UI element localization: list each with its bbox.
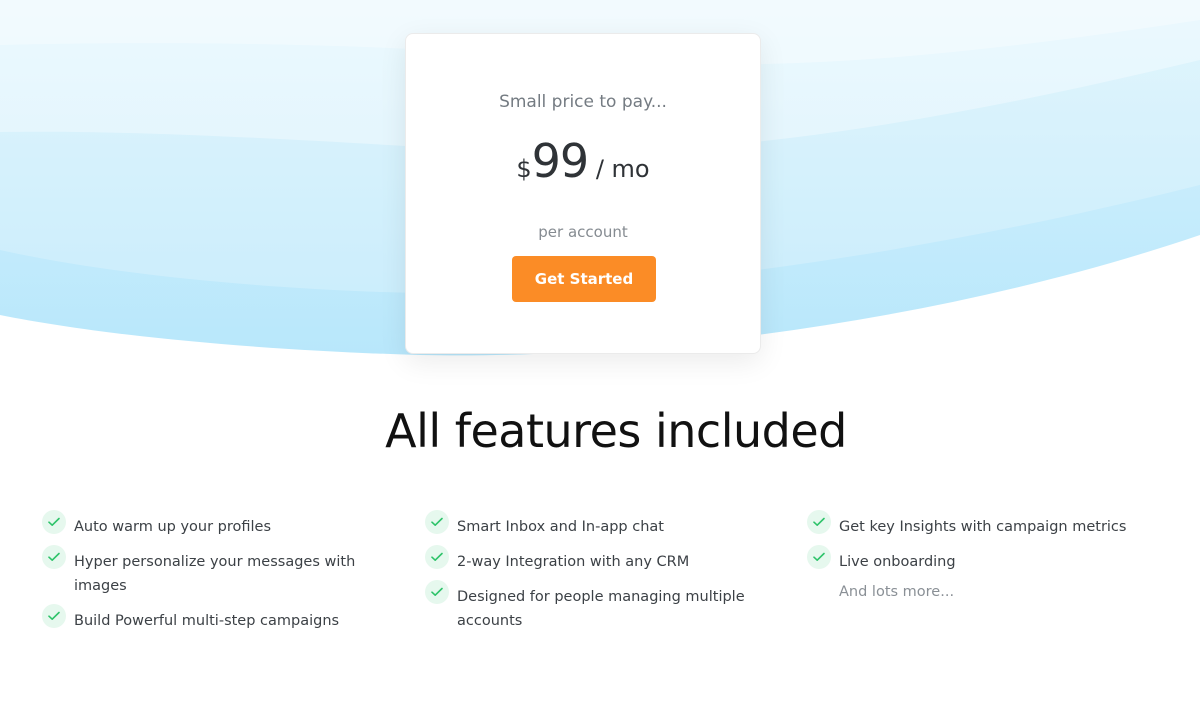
price-amount: 99 <box>531 134 590 188</box>
get-started-button[interactable]: Get Started <box>512 256 656 302</box>
feature-item: Build Powerful multi-step campaigns <box>42 604 392 633</box>
feature-label: Build Powerful multi-step campaigns <box>74 613 340 629</box>
check-icon <box>425 510 449 534</box>
feature-item: Smart Inbox and In-app chat <box>425 510 775 539</box>
feature-item: Designed for people managing multiple ac… <box>425 580 775 633</box>
features-column: Auto warm up your profiles Hyper persona… <box>42 510 392 639</box>
check-icon <box>807 545 831 569</box>
pricing-tagline: Small price to pay... <box>499 92 667 112</box>
features-column: Get key Insights with campaign metrics L… <box>807 510 1157 610</box>
more-features-label: And lots more... <box>839 584 955 600</box>
feature-label: Designed for people managing multiple ac… <box>457 589 745 629</box>
feature-item: Get key Insights with campaign metrics <box>807 510 1157 539</box>
feature-item: 2-way Integration with any CRM <box>425 545 775 574</box>
feature-label: Auto warm up your profiles <box>74 519 272 535</box>
feature-item: Live onboarding <box>807 545 1157 574</box>
more-features-note: And lots more... <box>807 580 1157 604</box>
feature-label: Get key Insights with campaign metrics <box>839 519 1127 535</box>
price-currency: $ <box>516 155 532 183</box>
check-icon <box>807 510 831 534</box>
check-icon <box>425 580 449 604</box>
price-period: / mo <box>588 155 650 183</box>
feature-label: Live onboarding <box>839 554 956 570</box>
pricing-card: Small price to pay... $99 / mo per accou… <box>405 33 761 354</box>
feature-label: 2-way Integration with any CRM <box>457 554 690 570</box>
features-column: Smart Inbox and In-app chat 2-way Integr… <box>425 510 775 639</box>
check-icon <box>42 604 66 628</box>
price-subtext: per account <box>538 223 628 241</box>
feature-label: Smart Inbox and In-app chat <box>457 519 664 535</box>
features-title: All features included <box>385 404 847 458</box>
check-icon <box>42 510 66 534</box>
feature-item: Hyper personalize your messages with ima… <box>42 545 392 598</box>
check-icon <box>42 545 66 569</box>
price-display: $99 / mo <box>406 138 760 184</box>
feature-item: Auto warm up your profiles <box>42 510 392 539</box>
feature-label: Hyper personalize your messages with ima… <box>74 554 356 594</box>
check-icon <box>425 545 449 569</box>
pricing-page: Small price to pay... $99 / mo per accou… <box>0 0 1200 722</box>
